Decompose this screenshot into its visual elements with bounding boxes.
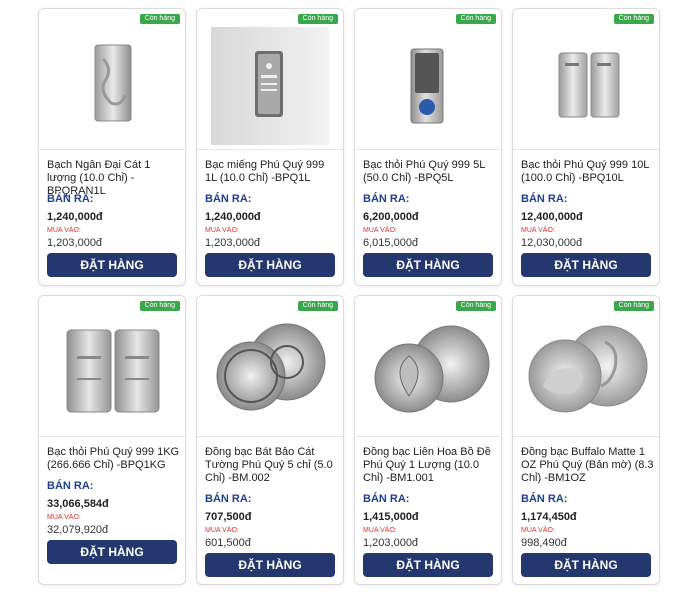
order-button[interactable]: ĐẶT HÀNG xyxy=(205,253,335,277)
stock-badge: Còn hàng xyxy=(613,14,654,24)
buy-label: MUA VÀO: xyxy=(363,227,397,234)
product-title[interactable]: Bạc thỏi Phú Quý 999 5L (50.0 Chỉ) -BPQ5… xyxy=(363,159,497,185)
sell-price: 1,240,000đ xyxy=(47,211,103,223)
stock-badge: Còn hàng xyxy=(455,14,496,24)
product-card[interactable]: Còn hàng Đồng bạc Buffalo Matte 1 OZ Phú… xyxy=(512,295,660,585)
buy-price: 32,079,920đ xyxy=(47,524,109,536)
order-button[interactable]: ĐẶT HÀNG xyxy=(205,553,335,577)
buy-price: 601,500đ xyxy=(205,537,251,549)
stock-badge: Còn hàng xyxy=(297,301,338,311)
stock-badge: Còn hàng xyxy=(297,14,338,24)
product-card[interactable]: Còn hàng Bạch Ngân Đại Cát 1 lượng (10.0… xyxy=(38,8,186,286)
stock-badge: Còn hàng xyxy=(455,301,496,311)
sell-label: BÁN RA: xyxy=(205,193,252,205)
sell-price: 707,500đ xyxy=(205,511,252,523)
product-grid: Còn hàng Bạch Ngân Đại Cát 1 lượng (10.0… xyxy=(0,0,700,596)
stock-badge: Còn hàng xyxy=(613,301,654,311)
sell-price: 6,200,000đ xyxy=(363,211,419,223)
sell-label: BÁN RA: xyxy=(363,193,410,205)
stock-badge: Còn hàng xyxy=(139,301,180,311)
sell-label: BÁN RA: xyxy=(521,193,568,205)
product-title[interactable]: Đồng bạc Buffalo Matte 1 OZ Phú Quý (Bản… xyxy=(521,446,655,485)
product-image[interactable]: Còn hàng xyxy=(355,296,501,437)
sell-label: BÁN RA: xyxy=(47,480,94,492)
buy-label: MUA VÀO: xyxy=(205,527,239,534)
product-title[interactable]: Đồng bạc Bát Bảo Cát Tường Phú Quý 5 chỉ… xyxy=(205,446,339,485)
product-title[interactable]: Bạc miếng Phú Quý 999 1L (10.0 Chỉ) -BPQ… xyxy=(205,159,339,185)
sell-price: 12,400,000đ xyxy=(521,211,583,223)
product-card[interactable]: Còn hàng Bạc thỏi Phú Quý 999 10L (100.0… xyxy=(512,8,660,286)
buy-price: 1,203,000đ xyxy=(205,237,261,249)
product-card[interactable]: Còn hàng Bạc thỏi Phú Quý 999 5L (50.0 C… xyxy=(354,8,502,286)
sell-label: BÁN RA: xyxy=(521,493,568,505)
sell-price: 1,174,450đ xyxy=(521,511,577,523)
buy-label: MUA VÀO: xyxy=(47,227,81,234)
buy-label: MUA VÀO: xyxy=(363,527,397,534)
buy-price: 12,030,000đ xyxy=(521,237,583,249)
product-card[interactable]: Còn hàng Bạc thỏi Phú Quý 999 1KG (266.6… xyxy=(38,295,186,585)
product-image[interactable]: Còn hàng xyxy=(39,296,185,437)
buy-price: 6,015,000đ xyxy=(363,237,419,249)
order-button[interactable]: ĐẶT HÀNG xyxy=(47,540,177,564)
sell-price: 1,415,000đ xyxy=(363,511,419,523)
product-image[interactable]: Còn hàng xyxy=(39,9,185,150)
buy-price: 1,203,000đ xyxy=(363,537,419,549)
order-button[interactable]: ĐẶT HÀNG xyxy=(47,253,177,277)
order-button[interactable]: ĐẶT HÀNG xyxy=(363,553,493,577)
sell-label: BÁN RA: xyxy=(205,493,252,505)
buy-label: MUA VÀO: xyxy=(47,514,81,521)
order-button[interactable]: ĐẶT HÀNG xyxy=(521,553,651,577)
order-button[interactable]: ĐẶT HÀNG xyxy=(363,253,493,277)
sell-price: 1,240,000đ xyxy=(205,211,261,223)
product-card[interactable]: Còn hàng Bạc miếng Phú Quý 999 1L (10.0 … xyxy=(196,8,344,286)
buy-label: MUA VÀO: xyxy=(521,227,555,234)
product-image[interactable]: Còn hàng xyxy=(197,9,343,150)
buy-price: 998,490đ xyxy=(521,537,567,549)
product-image[interactable]: Còn hàng xyxy=(197,296,343,437)
buy-label: MUA VÀO: xyxy=(205,227,239,234)
sell-label: BÁN RA: xyxy=(47,193,94,205)
product-title[interactable]: Bạc thỏi Phú Quý 999 10L (100.0 Chỉ) -BP… xyxy=(521,159,655,185)
product-image[interactable]: Còn hàng xyxy=(513,296,659,437)
sell-label: BÁN RA: xyxy=(363,493,410,505)
product-card[interactable]: Còn hàng Đồng bạc Bát Bảo Cát Tường Phú … xyxy=(196,295,344,585)
buy-price: 1,203,000đ xyxy=(47,237,103,249)
product-card[interactable]: Còn hàng Đồng bạc Liên Hoa Bồ Đề Phú Quý… xyxy=(354,295,502,585)
buy-label: MUA VÀO: xyxy=(521,527,555,534)
order-button[interactable]: ĐẶT HÀNG xyxy=(521,253,651,277)
product-image[interactable]: Còn hàng xyxy=(355,9,501,150)
product-image[interactable]: Còn hàng xyxy=(513,9,659,150)
sell-price: 33,066,584đ xyxy=(47,498,109,510)
product-title[interactable]: Bạc thỏi Phú Quý 999 1KG (266.666 Chỉ) -… xyxy=(47,446,181,472)
product-title[interactable]: Đồng bạc Liên Hoa Bồ Đề Phú Quý 1 Lượng … xyxy=(363,446,497,485)
stock-badge: Còn hàng xyxy=(139,14,180,24)
